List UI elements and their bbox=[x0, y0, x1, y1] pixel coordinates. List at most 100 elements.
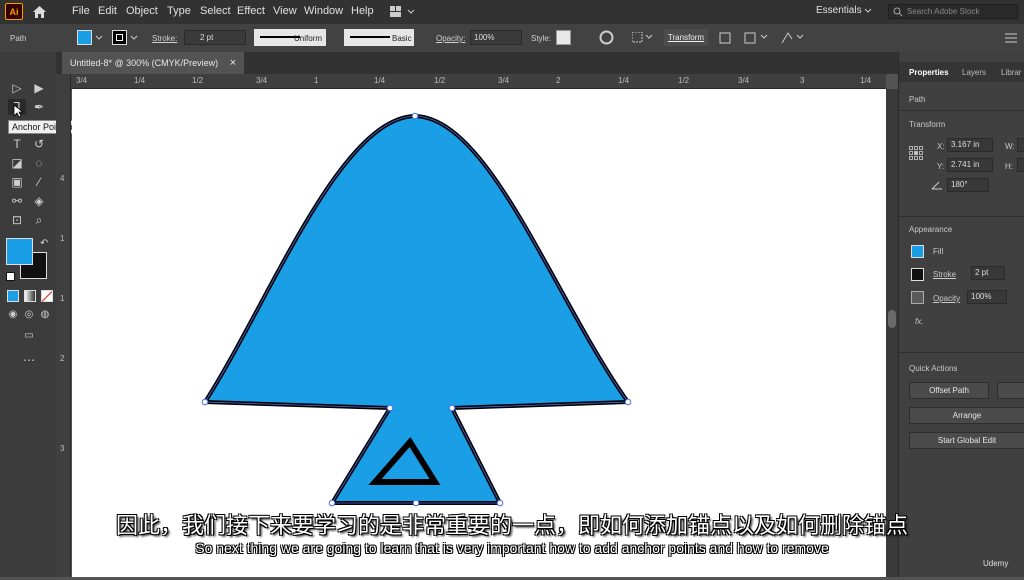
anchor-point[interactable] bbox=[411, 112, 419, 120]
direct-selection-tool-icon[interactable]: ▶ bbox=[30, 80, 48, 96]
screen-mode-icon[interactable]: ▭ bbox=[20, 328, 38, 344]
menu-file[interactable]: File bbox=[72, 5, 90, 17]
chevron-down-icon[interactable] bbox=[130, 35, 138, 41]
selection-tool-icon[interactable]: ▷ bbox=[8, 80, 26, 96]
start-global-edit-button[interactable]: Start Global Edit bbox=[909, 432, 1024, 449]
workspace-switcher[interactable]: Essentials bbox=[816, 5, 862, 16]
document-tab[interactable]: Untitled-8* @ 300% (CMYK/Preview) × bbox=[62, 52, 245, 74]
ruler-label: 3 bbox=[800, 76, 805, 85]
menu-object[interactable]: Object bbox=[126, 5, 158, 17]
offset-path-button[interactable]: Offset Path bbox=[909, 382, 989, 399]
menu-view[interactable]: View bbox=[273, 5, 297, 17]
recolor-artwork-icon[interactable] bbox=[599, 30, 614, 45]
close-tab-icon[interactable]: × bbox=[230, 52, 236, 74]
x-field[interactable]: 3.167 in bbox=[947, 138, 993, 152]
opacity-label[interactable]: Opacity bbox=[933, 294, 960, 303]
ruler-label: 3/4 bbox=[738, 76, 750, 85]
artboard-tool-icon[interactable]: ⊡ bbox=[8, 212, 26, 228]
anchor-point[interactable] bbox=[496, 499, 504, 507]
menu-effect[interactable]: Effect bbox=[237, 5, 265, 17]
scrollbar-thumb[interactable] bbox=[888, 310, 896, 328]
fx-icon[interactable]: fx. bbox=[915, 317, 923, 326]
appearance-fill-swatch[interactable] bbox=[911, 245, 924, 258]
arrange-documents-icon[interactable] bbox=[390, 6, 418, 18]
quick-action-button[interactable] bbox=[997, 382, 1024, 399]
isolate-icon[interactable] bbox=[780, 31, 806, 45]
shape-path[interactable] bbox=[203, 114, 630, 505]
default-colors-icon[interactable] bbox=[6, 272, 15, 281]
anchor-point[interactable] bbox=[412, 499, 420, 507]
chevron-down-icon[interactable] bbox=[864, 8, 872, 14]
symbol-sprayer-tool-icon[interactable]: ◈ bbox=[30, 193, 48, 209]
color-mode-icon[interactable] bbox=[7, 290, 19, 302]
blend-tool-icon[interactable]: ⚯ bbox=[8, 193, 26, 209]
anchor-point[interactable] bbox=[624, 398, 632, 406]
pen-tool-icon[interactable]: ✒ bbox=[30, 99, 48, 115]
angle-field[interactable]: 180° bbox=[947, 178, 989, 192]
anchor-point[interactable] bbox=[328, 499, 336, 507]
stroke-label[interactable]: Stroke bbox=[933, 270, 956, 279]
stroke-swatch[interactable] bbox=[112, 30, 127, 45]
menu-edit[interactable]: Edit bbox=[98, 5, 117, 17]
reference-point-icon[interactable] bbox=[909, 146, 923, 160]
opacity-field[interactable]: 100% bbox=[967, 290, 1007, 304]
none-mode-icon[interactable] bbox=[41, 290, 53, 302]
type-tool-icon[interactable]: T bbox=[8, 136, 26, 152]
brush-definition[interactable]: Basic bbox=[344, 29, 414, 46]
variable-width-profile[interactable]: Uniform bbox=[254, 29, 326, 46]
vertical-ruler[interactable]: 4 1 1 2 3 bbox=[56, 74, 71, 577]
home-icon[interactable] bbox=[32, 5, 47, 19]
x-label: X: bbox=[937, 142, 945, 151]
tab-layers[interactable]: Layers bbox=[962, 68, 986, 77]
opacity-field[interactable]: 100% bbox=[470, 30, 522, 45]
fill-swatch[interactable] bbox=[77, 30, 92, 45]
lasso-tool-icon[interactable]: ◌ bbox=[30, 155, 48, 171]
app-logo: Ai bbox=[5, 3, 23, 20]
menu-type[interactable]: Type bbox=[167, 5, 191, 17]
artboard[interactable] bbox=[72, 89, 886, 577]
anchor-point[interactable] bbox=[448, 404, 456, 412]
stroke-weight-field[interactable]: 2 pt bbox=[184, 30, 246, 45]
w-field[interactable] bbox=[1017, 138, 1024, 152]
anchor-point[interactable] bbox=[386, 404, 394, 412]
ruler-label: 4 bbox=[60, 174, 65, 183]
shape-builder-icon[interactable] bbox=[744, 31, 770, 45]
graphic-style-swatch[interactable] bbox=[556, 30, 571, 45]
rotate-tool-icon[interactable]: ↺ bbox=[30, 136, 48, 152]
menu-help[interactable]: Help bbox=[351, 5, 374, 17]
zoom-tool-icon[interactable]: ⌕ bbox=[30, 212, 48, 228]
opacity-icon[interactable] bbox=[911, 291, 924, 304]
vertical-scrollbar[interactable] bbox=[886, 89, 898, 577]
opacity-label[interactable]: Opacity: bbox=[436, 34, 465, 43]
subtitle-english: So next thing we are going to learn that… bbox=[195, 540, 829, 556]
more-tools-icon[interactable]: ⋯ bbox=[20, 352, 38, 368]
arrange-button[interactable]: Arrange bbox=[909, 407, 1024, 424]
y-field[interactable]: 2.741 in bbox=[947, 158, 993, 172]
transform-button[interactable]: Transform bbox=[664, 29, 708, 46]
fill-color-box[interactable] bbox=[6, 238, 33, 265]
panel-menu-icon[interactable] bbox=[1004, 32, 1018, 44]
align-icon[interactable] bbox=[632, 32, 654, 44]
swap-colors-icon[interactable]: ↶ bbox=[40, 238, 48, 249]
gradient-mode-icon[interactable] bbox=[24, 290, 36, 302]
menu-select[interactable]: Select bbox=[200, 5, 231, 17]
ruler-label: 2 bbox=[60, 354, 65, 363]
tab-properties[interactable]: Properties bbox=[909, 68, 949, 77]
stroke-label[interactable]: Stroke: bbox=[152, 34, 177, 43]
search-field[interactable]: Search Adobe Stock bbox=[888, 4, 1018, 19]
anchor-point[interactable] bbox=[201, 398, 209, 406]
eyedropper-tool-icon[interactable]: ⁄ bbox=[30, 174, 48, 190]
horizontal-ruler[interactable]: 3/4 1/4 1/2 3/4 1 1/4 1/2 3/4 2 1/4 1/2 … bbox=[70, 74, 886, 89]
y-value: 2.741 in bbox=[951, 160, 980, 169]
menu-window[interactable]: Window bbox=[304, 5, 343, 17]
gradient-tool-icon[interactable]: ▣ bbox=[8, 174, 26, 190]
tab-libraries[interactable]: Librar bbox=[1001, 68, 1021, 77]
h-field[interactable] bbox=[1017, 158, 1024, 172]
eraser-tool-icon[interactable]: ◪ bbox=[8, 155, 26, 171]
appearance-stroke-swatch[interactable] bbox=[911, 268, 924, 281]
draw-inside-icon[interactable]: ◍ bbox=[36, 307, 54, 323]
transform-each-icon[interactable] bbox=[718, 31, 732, 45]
chevron-down-icon[interactable] bbox=[95, 35, 103, 41]
artwork[interactable] bbox=[72, 89, 886, 577]
stroke-weight-field[interactable]: 2 pt bbox=[971, 266, 1005, 280]
